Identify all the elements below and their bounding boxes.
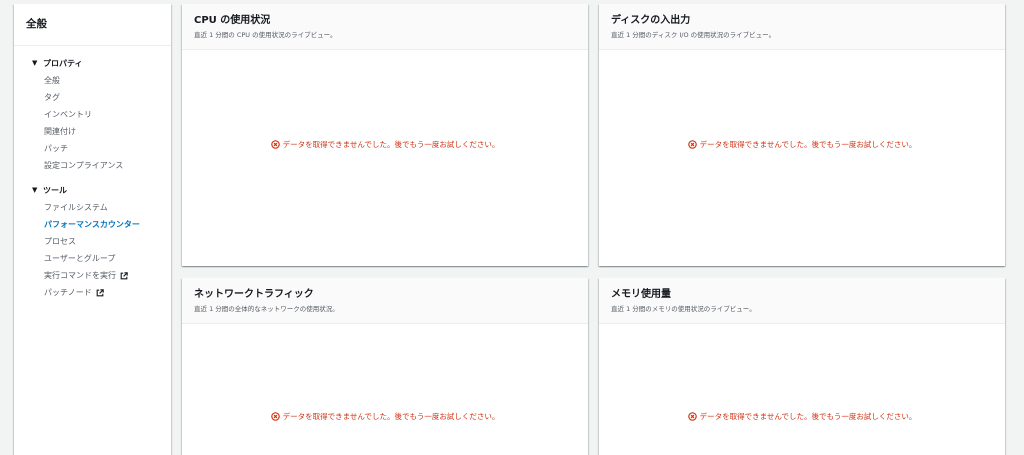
caret-down-icon: ▼ — [32, 186, 38, 194]
memory-usage-panel: メモリ使用量 直近 1 分間のメモリの使用状況のライブビュー。 データを取得でき… — [599, 278, 1005, 455]
nav-group-title: ツール — [43, 186, 67, 195]
sidebar-item-file-system[interactable]: ファイルシステム — [32, 199, 171, 216]
sidebar-item-patch-node[interactable]: パッチノード — [32, 284, 171, 301]
panel-description: 直近 1 分間のメモリの使用状況のライブビュー。 — [611, 305, 756, 313]
nav-group-tools-toggle[interactable]: ▼ ツール — [32, 182, 171, 199]
caret-down-icon: ▼ — [32, 59, 38, 67]
cpu-usage-panel: CPU の使用状況 直近 1 分間の CPU の使用状況のライブビュー。 データ… — [182, 4, 588, 266]
panel-body: データを取得できませんでした。後でもう一度お試しください。 — [182, 50, 588, 266]
network-traffic-panel: ネットワークトラフィック 直近 1 分間の全体的なネットワークの使用状況。 デー… — [182, 278, 588, 455]
sidebar-item-associations[interactable]: 関連付け — [32, 123, 171, 140]
error-circle-x-icon — [687, 412, 697, 421]
panel-body: データを取得できませんでした。後でもう一度お試しください。 — [599, 50, 1005, 266]
sidebar-item-inventory[interactable]: インベントリ — [32, 106, 171, 123]
external-link-icon — [96, 288, 104, 296]
nav-group-properties-toggle[interactable]: ▼ プロパティ — [32, 55, 171, 72]
page: 全般 ▼ プロパティ 全般 タグ インベントリ 関連付け パッチ 設定コンプライ… — [0, 0, 1024, 455]
panel-body: データを取得できませんでした。後でもう一度お試しください。 — [599, 324, 1005, 455]
external-link-icon — [120, 271, 128, 279]
panel-description: 直近 1 分間の CPU の使用状況のライブビュー。 — [194, 31, 337, 39]
sidebar-item-general[interactable]: 全般 — [32, 72, 171, 89]
panel-header: メモリ使用量 直近 1 分間のメモリの使用状況のライブビュー。 — [599, 278, 1005, 324]
panel-title: メモリ使用量 — [611, 289, 671, 300]
panel-header: ディスクの入出力 直近 1 分間のディスク I/O の使用状況のライブビュー。 — [599, 4, 1005, 50]
error-circle-x-icon — [270, 140, 280, 149]
disk-io-panel: ディスクの入出力 直近 1 分間のディスク I/O の使用状況のライブビュー。 … — [599, 4, 1005, 266]
panel-title: ディスクの入出力 — [611, 15, 691, 26]
sidebar-item-config-compliance[interactable]: 設定コンプライアンス — [32, 157, 171, 174]
error-message: データを取得できませんでした。後でもう一度お試しください。 — [182, 139, 588, 150]
sidebar-item-label: パッチノード — [44, 288, 92, 297]
sidebar-item-performance-counters[interactable]: パフォーマンスカウンター — [32, 216, 171, 233]
sidebar: 全般 ▼ プロパティ 全般 タグ インベントリ 関連付け パッチ 設定コンプライ… — [14, 4, 171, 455]
error-text: データを取得できませんでした。後でもう一度お試しください。 — [699, 412, 917, 421]
error-text: データを取得できませんでした。後でもう一度お試しください。 — [282, 412, 500, 421]
sidebar-item-label: 実行コマンドを実行 — [44, 271, 116, 280]
sidebar-item-patch[interactable]: パッチ — [32, 140, 171, 157]
panel-body: データを取得できませんでした。後でもう一度お試しください。 — [182, 324, 588, 455]
panel-description: 直近 1 分間のディスク I/O の使用状況のライブビュー。 — [611, 31, 776, 39]
nav-group-properties: ▼ プロパティ 全般 タグ インベントリ 関連付け パッチ 設定コンプライアンス — [14, 55, 171, 174]
sidebar-item-users-groups[interactable]: ユーザーとグループ — [32, 250, 171, 267]
error-message: データを取得できませんでした。後でもう一度お試しください。 — [182, 411, 588, 422]
sidebar-item-processes[interactable]: プロセス — [32, 233, 171, 250]
sidebar-item-run-command[interactable]: 実行コマンドを実行 — [32, 267, 171, 284]
panel-description: 直近 1 分間の全体的なネットワークの使用状況。 — [194, 305, 339, 313]
sidebar-title: 全般 — [14, 4, 171, 46]
panel-title: ネットワークトラフィック — [194, 289, 314, 300]
error-circle-x-icon — [687, 140, 697, 149]
nav-group-tools: ▼ ツール ファイルシステム パフォーマンスカウンター プロセス ユーザーとグル… — [14, 182, 171, 301]
error-text: データを取得できませんでした。後でもう一度お試しください。 — [282, 140, 500, 149]
nav-group-title: プロパティ — [43, 59, 83, 68]
panel-header: ネットワークトラフィック 直近 1 分間の全体的なネットワークの使用状況。 — [182, 278, 588, 324]
error-message: データを取得できませんでした。後でもう一度お試しください。 — [599, 411, 1005, 422]
error-message: データを取得できませんでした。後でもう一度お試しください。 — [599, 139, 1005, 150]
error-circle-x-icon — [270, 412, 280, 421]
panel-title: CPU の使用状況 — [194, 15, 271, 26]
error-text: データを取得できませんでした。後でもう一度お試しください。 — [699, 140, 917, 149]
panel-header: CPU の使用状況 直近 1 分間の CPU の使用状況のライブビュー。 — [182, 4, 588, 50]
sidebar-item-tags[interactable]: タグ — [32, 89, 171, 106]
